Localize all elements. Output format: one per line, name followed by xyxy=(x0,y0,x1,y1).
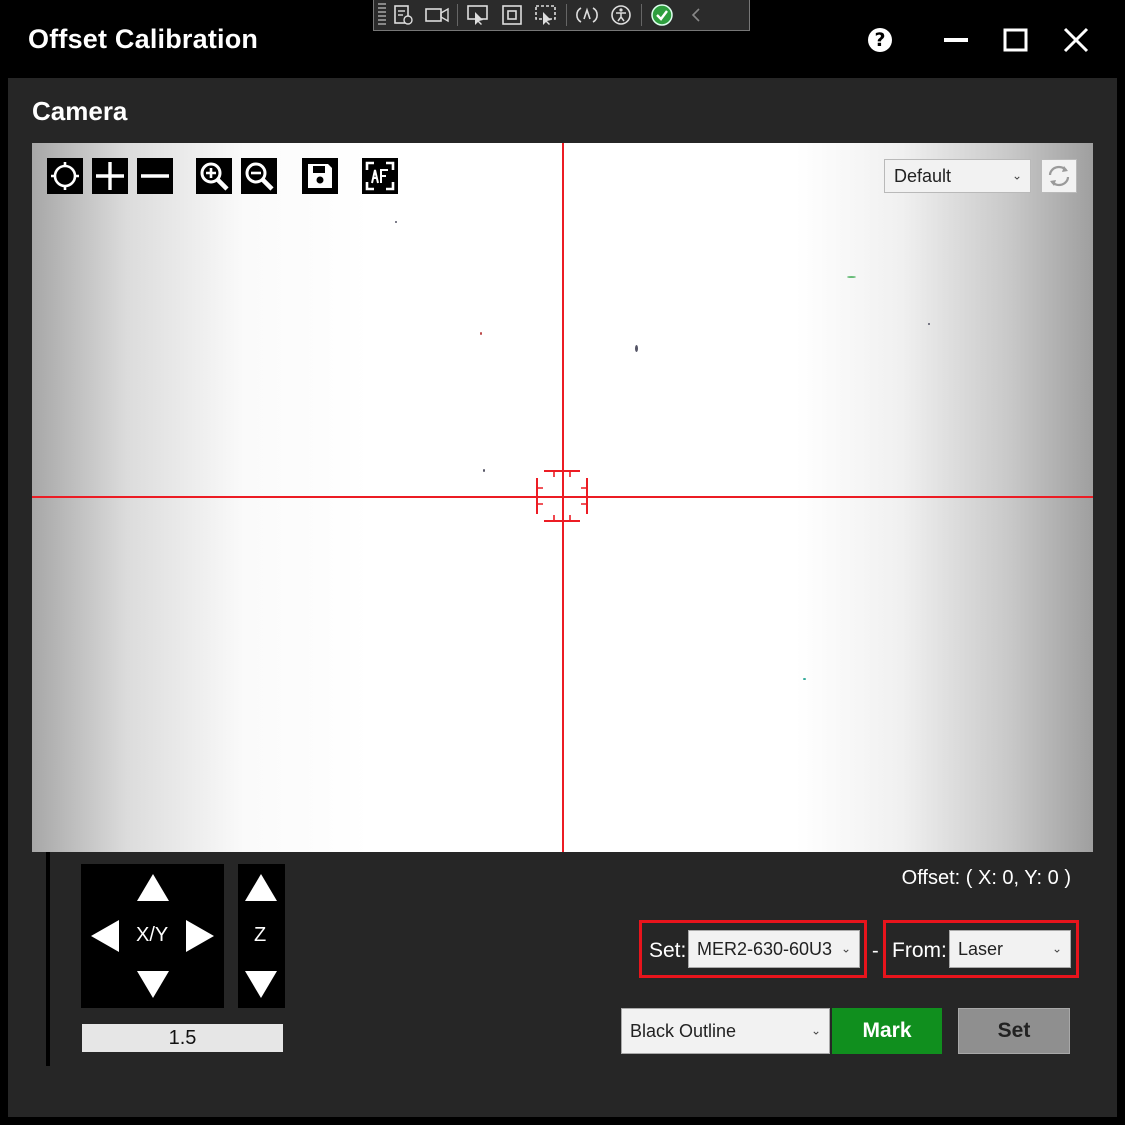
record-icon[interactable] xyxy=(420,2,454,28)
remove-marker-button[interactable] xyxy=(137,158,173,194)
debug-toolbar xyxy=(373,0,750,31)
accessibility-icon[interactable] xyxy=(604,2,638,28)
minus-icon xyxy=(141,174,169,178)
z-down-button[interactable] xyxy=(245,971,277,998)
camera-viewport[interactable]: Default ⌄ xyxy=(32,143,1093,852)
surface-speck xyxy=(847,276,856,278)
from-label: From: xyxy=(892,939,947,962)
live-visual-tree-icon[interactable] xyxy=(386,2,420,28)
jog-step-field[interactable]: 1.5 xyxy=(82,1024,283,1052)
jog-right-button[interactable] xyxy=(186,920,214,952)
close-button[interactable] xyxy=(1054,18,1098,62)
autofocus-icon xyxy=(365,161,395,191)
chevron-down-icon: ⌄ xyxy=(840,941,851,956)
crosshair-target-button[interactable] xyxy=(47,158,83,194)
from-source-value: Laser xyxy=(958,938,1004,959)
jog-up-button[interactable] xyxy=(137,874,169,901)
autofocus-button[interactable] xyxy=(362,158,398,194)
offset-calibration-window: Offset Calibration ? Camera Default ⌄ X/… xyxy=(0,0,1125,1125)
save-image-button[interactable] xyxy=(302,158,338,194)
mark-style-value: Black Outline xyxy=(630,1020,737,1041)
plus-icon xyxy=(96,162,124,190)
z-label: Z xyxy=(254,924,267,946)
chevron-down-icon: ⌄ xyxy=(810,1023,821,1038)
camera-preset-value: Default xyxy=(894,165,952,186)
display-layout-adorners-icon[interactable] xyxy=(495,2,529,28)
refresh-icon xyxy=(1048,165,1070,187)
maximize-icon xyxy=(1003,28,1028,52)
collapse-icon[interactable] xyxy=(679,2,713,28)
add-marker-button[interactable] xyxy=(92,158,128,194)
jog-left-button[interactable] xyxy=(91,920,119,952)
refresh-button[interactable] xyxy=(1041,159,1077,193)
main-panel: Camera Default ⌄ X/Y Z 1.5 Offset: (X: … xyxy=(8,78,1117,1117)
close-icon xyxy=(1063,27,1089,53)
zoom-in-icon xyxy=(200,162,229,191)
surface-speck xyxy=(480,332,482,335)
select-element-icon[interactable] xyxy=(461,2,495,28)
binding-ok-icon[interactable] xyxy=(645,2,679,28)
track-focus-icon[interactable] xyxy=(529,2,563,28)
help-icon: ? xyxy=(868,28,892,52)
mark-button[interactable]: Mark xyxy=(832,1008,942,1054)
maximize-button[interactable] xyxy=(994,18,1038,62)
surface-speck xyxy=(928,323,930,325)
camera-section-title: Camera xyxy=(32,96,128,126)
crosshair-target-icon xyxy=(51,162,79,190)
zoom-in-button[interactable] xyxy=(196,158,232,194)
chevron-down-icon: ⌄ xyxy=(1051,941,1062,956)
help-button[interactable]: ? xyxy=(858,18,902,62)
toolbar-separator xyxy=(457,4,458,26)
window-title: Offset Calibration xyxy=(28,24,259,54)
jog-down-button[interactable] xyxy=(137,971,169,998)
toolbar-separator xyxy=(566,4,567,26)
from-source-select[interactable]: Laser ⌄ xyxy=(949,930,1071,968)
zoom-out-button[interactable] xyxy=(241,158,277,194)
group-separator: - xyxy=(872,940,879,962)
title-bar: Offset Calibration ? xyxy=(0,0,1125,78)
toolbar-separator xyxy=(641,4,642,26)
set-label: Set: xyxy=(649,939,687,962)
zoom-out-icon xyxy=(245,162,274,191)
offset-readout: Offset: ( X: 0, Y: 0 ) xyxy=(901,867,1071,889)
chevron-down-icon: ⌄ xyxy=(1011,168,1022,183)
divider xyxy=(46,852,50,1066)
set-camera-value: MER2-630-60U3 xyxy=(697,938,833,959)
set-button[interactable]: Set xyxy=(958,1008,1070,1054)
z-jog-pad: Z xyxy=(238,864,285,1008)
minimize-button[interactable] xyxy=(934,18,978,62)
xy-label: X/Y xyxy=(136,924,169,946)
xy-jog-pad: X/Y xyxy=(81,864,224,1008)
mark-style-select[interactable]: Black Outline ⌄ xyxy=(621,1008,830,1054)
camera-preset-select[interactable]: Default ⌄ xyxy=(884,159,1031,193)
surface-speck xyxy=(395,221,397,223)
center-reticle xyxy=(536,470,588,522)
save-icon xyxy=(308,164,332,188)
surface-speck xyxy=(635,345,638,352)
minimize-icon xyxy=(944,38,968,42)
set-camera-select[interactable]: MER2-630-60U3 ⌄ xyxy=(688,930,860,968)
toolbar-grip-icon[interactable] xyxy=(378,3,386,27)
z-up-button[interactable] xyxy=(245,874,277,901)
surface-speck xyxy=(483,469,485,472)
hot-reload-icon[interactable] xyxy=(570,2,604,28)
surface-speck xyxy=(803,678,806,680)
